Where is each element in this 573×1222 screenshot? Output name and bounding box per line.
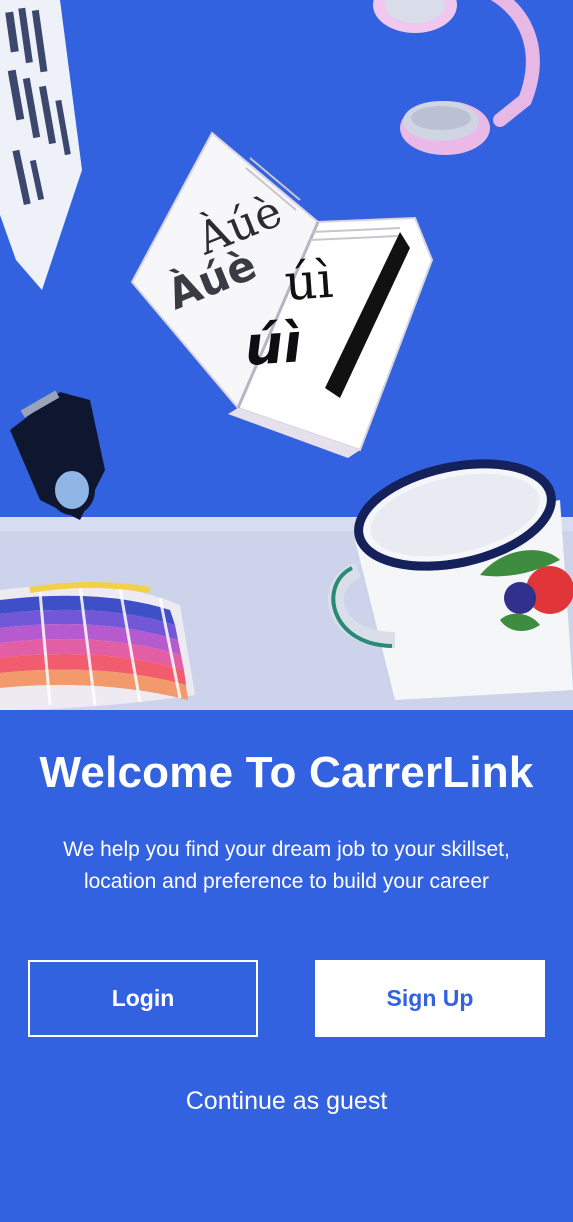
signup-button-label: Sign Up [386, 985, 474, 1011]
hero-artwork: Àúè úì Àúè úì [0, 0, 573, 710]
login-button[interactable]: Login [28, 960, 258, 1037]
book-glyph-2: úì [283, 251, 335, 312]
color-swatch-fan [0, 582, 195, 710]
open-book: Àúè úì Àúè úì [130, 131, 434, 458]
headphones [373, 0, 540, 155]
signup-button[interactable]: Sign Up [315, 960, 545, 1037]
type-specimen-sheet [0, 0, 82, 290]
login-button-label: Login [111, 985, 175, 1011]
welcome-subtitle: We help you find your dream job to your … [63, 838, 510, 893]
book-glyph-4: úì [243, 311, 304, 378]
hero-illustration: Àúè úì Àúè úì [0, 0, 573, 710]
continue-as-guest-link[interactable]: Continue as guest [0, 1087, 573, 1116]
loupe-magnifier [10, 390, 105, 520]
welcome-title: Welcome To CarrerLink [39, 748, 534, 797]
